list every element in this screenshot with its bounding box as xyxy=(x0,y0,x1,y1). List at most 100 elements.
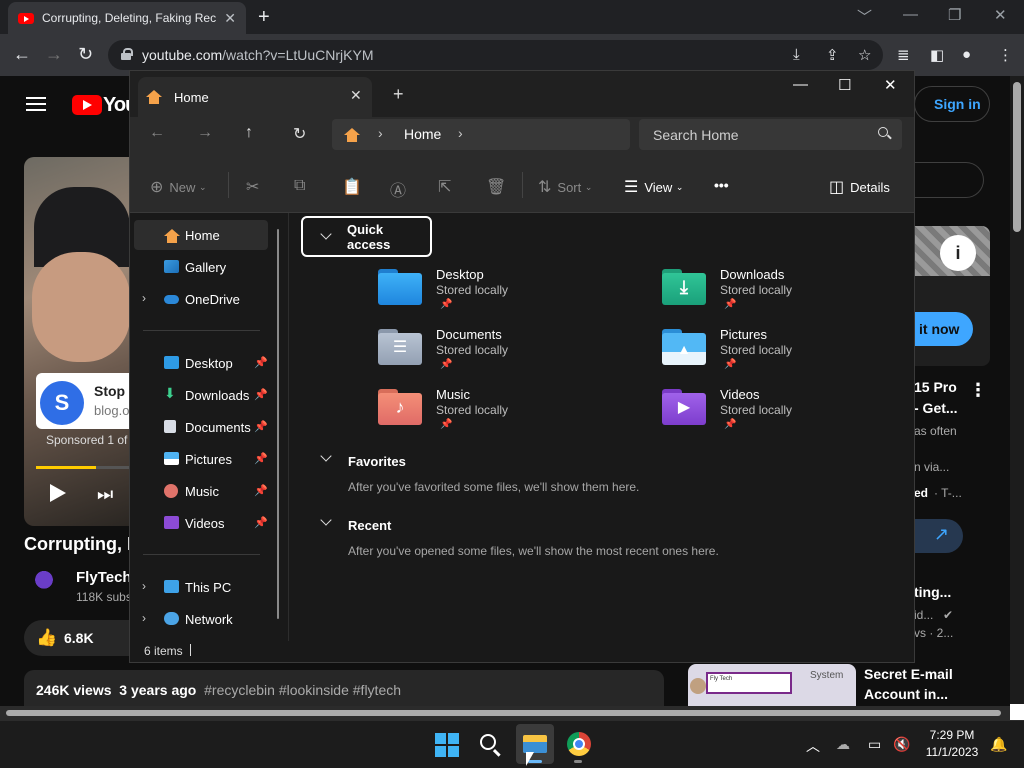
address-home-icon[interactable] xyxy=(344,128,360,142)
ad-info-icon[interactable]: i xyxy=(940,235,976,271)
folder-name[interactable]: Downloads xyxy=(720,267,784,282)
address-bar[interactable]: youtube.com/watch?v=LtUuCNrjKYM xyxy=(108,40,883,70)
pin-icon[interactable]: 📌 xyxy=(254,484,268,497)
downloads-folder-icon[interactable]: ⤓ xyxy=(662,269,706,305)
close-tab-icon[interactable]: ✕ xyxy=(350,87,362,104)
music-folder-icon[interactable]: ♪ xyxy=(378,389,422,425)
channel-avatar[interactable] xyxy=(28,567,60,599)
explorer-back-icon[interactable]: ← xyxy=(149,124,165,142)
next-video-thumbnail[interactable]: Fly Tech System xyxy=(688,664,856,706)
desktop-folder-icon[interactable] xyxy=(378,269,422,305)
explorer-search-input[interactable]: Search Home xyxy=(639,119,902,150)
explorer-up-icon[interactable]: ↑ xyxy=(245,124,253,142)
nav-item-downloads[interactable]: ⬇ Downloads 📌 xyxy=(134,380,268,410)
folder-name[interactable]: Music xyxy=(436,387,470,402)
windows-start-icon[interactable] xyxy=(435,733,459,757)
volume-muted-icon[interactable]: 🔇 xyxy=(893,736,910,753)
hashtags[interactable]: #recyclebin #lookinside #flytech xyxy=(204,682,401,698)
minimize-icon[interactable]: — xyxy=(903,6,918,23)
copy-icon[interactable]: ⧉ xyxy=(294,177,311,195)
explorer-minimize-icon[interactable]: — xyxy=(793,76,808,93)
chrome-taskbar-icon[interactable] xyxy=(567,732,591,756)
nav-item-pictures[interactable]: Pictures 📌 xyxy=(134,444,268,474)
pin-icon[interactable]: 📌 xyxy=(254,452,268,465)
paste-icon[interactable]: 📋 xyxy=(342,177,368,197)
breadcrumb-chevron-icon[interactable]: › xyxy=(458,125,463,141)
close-tab-icon[interactable]: ✕ xyxy=(224,10,236,27)
youtube-logo-icon[interactable] xyxy=(72,95,102,115)
folder-name[interactable]: Videos xyxy=(720,387,760,402)
notification-bell-icon[interactable]: 🔔 xyxy=(990,736,1007,753)
browser-tab[interactable]: Corrupting, Deleting, Faking Rec ✕ xyxy=(8,2,246,34)
pin-icon[interactable]: 📌 xyxy=(254,356,268,369)
folder-name[interactable]: Documents xyxy=(436,327,502,342)
media-control-icon[interactable]: ≣ xyxy=(897,46,910,64)
explorer-tab-home[interactable]: Home ✕ xyxy=(138,77,372,117)
video-description[interactable]: 246K views 3 years ago #recyclebin #look… xyxy=(24,670,664,706)
video-player[interactable] xyxy=(24,157,130,526)
skip-next-icon[interactable]: ⏭ xyxy=(97,484,113,505)
new-button[interactable]: ⊕ New ⌄ xyxy=(150,177,207,197)
close-window-icon[interactable]: ✕ xyxy=(994,6,1007,24)
channel-name[interactable]: FlyTech xyxy=(76,569,132,586)
recent-toggle[interactable] xyxy=(320,514,340,532)
play-icon[interactable] xyxy=(50,484,66,502)
horizontal-scrollbar-thumb[interactable] xyxy=(6,710,1001,716)
ad-overlay-card[interactable]: S Stop blog.o xyxy=(36,373,130,429)
recent-header[interactable]: Recent xyxy=(348,518,391,533)
chevron-right-icon[interactable]: › xyxy=(142,579,146,593)
sort-button[interactable]: ⇅ Sort ⌄ xyxy=(538,177,592,197)
taskbar-search-icon[interactable] xyxy=(480,734,496,750)
quick-access-header[interactable]: Quick access xyxy=(301,216,432,257)
system-clock[interactable]: 7:29 PM 11/1/2023 xyxy=(918,727,986,761)
video-progress-bar[interactable] xyxy=(36,466,130,469)
explorer-new-tab-button[interactable]: + xyxy=(393,84,404,105)
nav-item-gallery[interactable]: Gallery xyxy=(134,252,268,282)
side-panel-icon[interactable]: ◧ xyxy=(930,46,944,64)
new-tab-button[interactable]: + xyxy=(258,6,270,29)
scrollbar-thumb[interactable] xyxy=(1013,82,1021,232)
details-button[interactable]: ◫ Details xyxy=(829,177,890,197)
nav-pane-scrollbar[interactable] xyxy=(277,229,279,619)
side-video-title-line1[interactable]: 15 Pro xyxy=(914,379,957,395)
page-scrollbar[interactable] xyxy=(1010,76,1024,706)
favorites-header[interactable]: Favorites xyxy=(348,454,406,469)
nav-item-onedrive[interactable]: › OneDrive xyxy=(134,284,268,314)
browser-menu-icon[interactable]: ⋮ xyxy=(998,46,1013,64)
more-actions-icon[interactable]: ⋮ xyxy=(969,380,987,401)
nav-item-documents[interactable]: Documents 📌 xyxy=(134,412,268,442)
share-icon[interactable]: ⇪ xyxy=(826,46,839,64)
side-video-title[interactable]: ting... xyxy=(914,584,951,600)
youtube-search-box[interactable] xyxy=(914,162,984,198)
ad-cta-button[interactable]: it now xyxy=(914,312,973,346)
tab-search-icon[interactable]: ﹀ xyxy=(857,6,872,27)
side-video-title-line2[interactable]: - Get... xyxy=(914,400,958,416)
pictures-folder-icon[interactable]: ▲ xyxy=(662,329,706,365)
pane-splitter[interactable] xyxy=(288,213,289,641)
hamburger-menu-icon[interactable] xyxy=(26,97,46,111)
profile-icon[interactable]: ● xyxy=(962,46,971,63)
nav-item-this-pc[interactable]: › This PC xyxy=(134,572,268,602)
chevron-right-icon[interactable]: › xyxy=(142,291,146,305)
view-button[interactable]: ☰ View ⌄ xyxy=(624,177,683,197)
pin-icon[interactable]: 📌 xyxy=(254,388,268,401)
explorer-refresh-icon[interactable]: ↻ xyxy=(293,124,306,144)
horizontal-scrollbar[interactable] xyxy=(0,706,1010,720)
folder-name[interactable]: Desktop xyxy=(436,267,484,282)
back-arrow-icon[interactable]: ← xyxy=(13,44,31,65)
cut-icon[interactable]: ✂ xyxy=(246,177,265,197)
forward-arrow-icon[interactable]: → xyxy=(45,44,63,65)
explorer-close-icon[interactable]: ✕ xyxy=(884,76,897,94)
install-icon[interactable]: ⤓ xyxy=(793,46,800,63)
delete-icon[interactable]: 🗑 xyxy=(486,177,512,197)
sign-in-button[interactable]: Sign in xyxy=(914,86,990,122)
documents-folder-icon[interactable]: ☰ xyxy=(378,329,422,365)
onedrive-offline-icon[interactable]: ☁ xyxy=(836,736,850,753)
explorer-address-bar[interactable]: › Home › xyxy=(332,119,630,150)
reload-icon[interactable]: ↻ xyxy=(78,44,93,65)
favorites-toggle[interactable] xyxy=(320,450,340,468)
chevron-right-icon[interactable]: › xyxy=(142,611,146,625)
breadcrumb-home[interactable]: Home xyxy=(404,126,441,142)
explorer-forward-icon[interactable]: → xyxy=(197,124,213,142)
pin-icon[interactable]: 📌 xyxy=(254,420,268,433)
